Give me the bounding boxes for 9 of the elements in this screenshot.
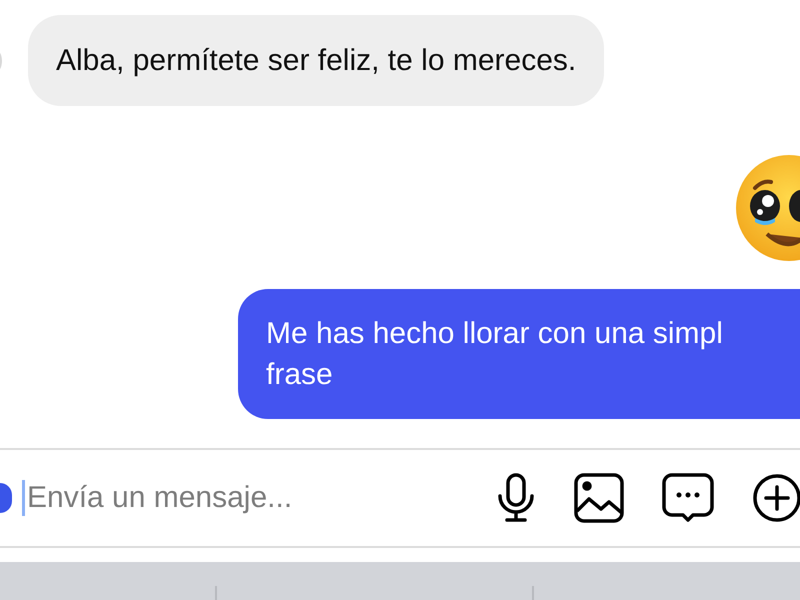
sent-message: Me has hecho llorar con una simpl frase (238, 289, 800, 419)
message-input[interactable]: Envía un mensaje... (22, 480, 496, 516)
plus-icon[interactable] (752, 473, 800, 523)
chat-bubble-icon[interactable] (662, 473, 714, 523)
microphone-icon[interactable] (496, 472, 536, 524)
teary-face-icon (735, 154, 800, 262)
camera-button[interactable] (0, 483, 12, 513)
received-message: Alba, permítete ser feliz, te lo mereces. (28, 15, 604, 106)
image-icon[interactable] (574, 473, 624, 523)
